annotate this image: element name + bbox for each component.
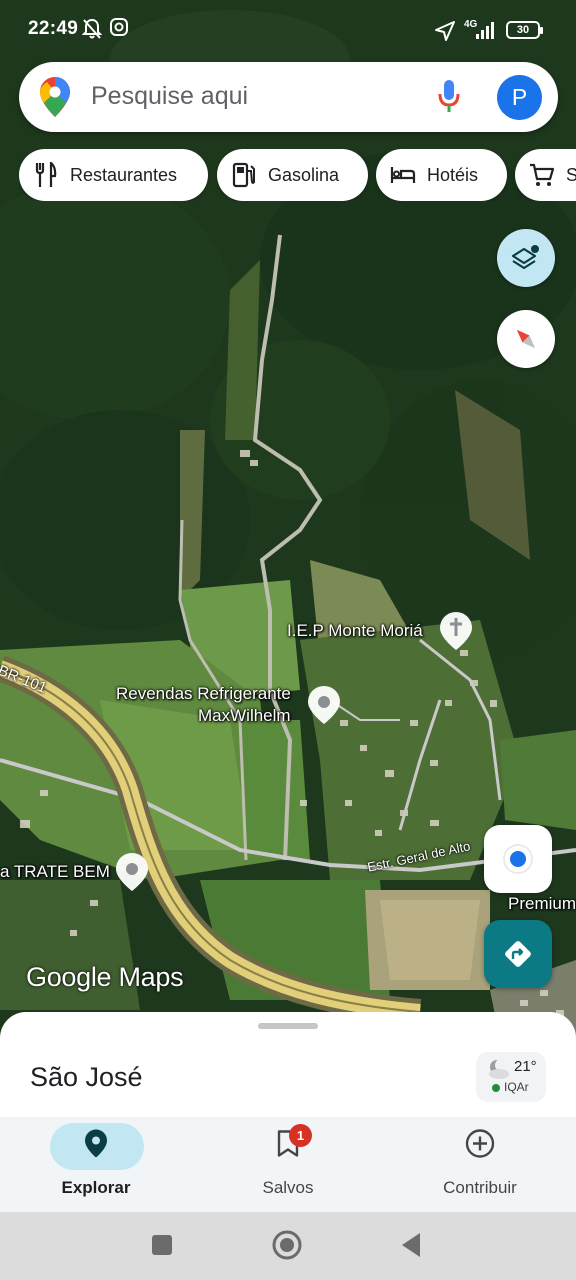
cart-icon [529,162,555,188]
my-location-icon [503,844,533,874]
signal-icon [470,20,498,45]
google-maps-watermark: Google Maps [26,962,184,992]
chip-shopping[interactable]: S [515,149,576,201]
back-button[interactable] [400,1232,422,1263]
gas-station-icon [231,162,257,188]
navigation-arrow-icon [434,20,456,47]
search-input[interactable]: Pesquise aqui [91,82,248,111]
nav-label: Salvos [262,1178,314,1197]
compass-button[interactable] [497,310,555,368]
google-maps-logo-icon [39,76,71,123]
chip-label: Restaurantes [70,164,178,185]
layers-button[interactable] [497,229,555,287]
nav-label: Explorar [61,1178,131,1197]
bottom-navigation: Explorar Salvos Contribuir [0,1117,576,1212]
poi-label-church[interactable]: I.E.P Monte Moriá [287,621,423,641]
muted-bell-icon [81,18,103,45]
chip-hotels[interactable]: Hotéis [376,149,507,201]
status-bar: 22:49 4G 30 [0,0,576,60]
bottom-sheet[interactable]: São José 21° IQAr [0,1012,576,1122]
home-button[interactable] [271,1229,303,1266]
category-chips: Restaurantes Gasolina Hotéis S [19,149,576,201]
chip-restaurants[interactable]: Restaurantes [19,149,208,201]
plus-circle-icon [465,1129,495,1164]
weather-chip[interactable]: 21° IQAr [476,1052,546,1102]
instagram-icon [110,18,128,41]
chip-label: S [566,164,576,185]
fork-knife-icon [33,162,59,188]
chip-gas[interactable]: Gasolina [217,149,368,201]
trate-pin-icon[interactable] [114,851,150,898]
poi-label-trate[interactable]: a TRATE BEM [0,862,110,882]
saved-badge: 1 [289,1124,312,1147]
store-pin-icon[interactable] [306,684,342,731]
nav-label: Contribuir [443,1178,517,1197]
nav-explore[interactable]: Explorar [0,1117,192,1212]
poi-label-premium[interactable]: Premium [508,894,576,914]
aqi-label: IQAr [504,1080,529,1094]
status-time: 22:49 [28,18,79,39]
my-location-button[interactable] [484,825,552,893]
poi-label-store-line2[interactable]: MaxWilhelm [198,706,291,726]
compass-icon [516,329,536,349]
church-pin-icon[interactable] [438,610,474,657]
drag-handle[interactable] [258,1023,318,1029]
chip-label: Gasolina [268,164,340,185]
profile-avatar[interactable]: P [497,75,542,120]
microphone-icon[interactable] [437,78,461,119]
temperature: 21° [514,1058,537,1075]
battery-indicator: 30 [506,21,543,39]
search-bar[interactable]: Pesquise aqui P [19,62,558,132]
bed-icon [390,162,416,188]
chip-label: Hotéis [427,164,479,185]
poi-label-store-line1[interactable]: Revendas Refrigerante [116,684,291,704]
directions-icon [505,941,531,967]
location-title: São José [30,1062,143,1092]
explore-pin-icon [84,1129,108,1164]
layers-icon [511,245,539,270]
directions-button[interactable] [484,920,552,988]
nav-saved[interactable]: Salvos [192,1117,384,1212]
system-navigation-bar [0,1212,576,1280]
recents-button[interactable] [151,1234,173,1261]
nav-contribute[interactable]: Contribuir [384,1117,576,1212]
aqi-status-dot [492,1084,500,1092]
